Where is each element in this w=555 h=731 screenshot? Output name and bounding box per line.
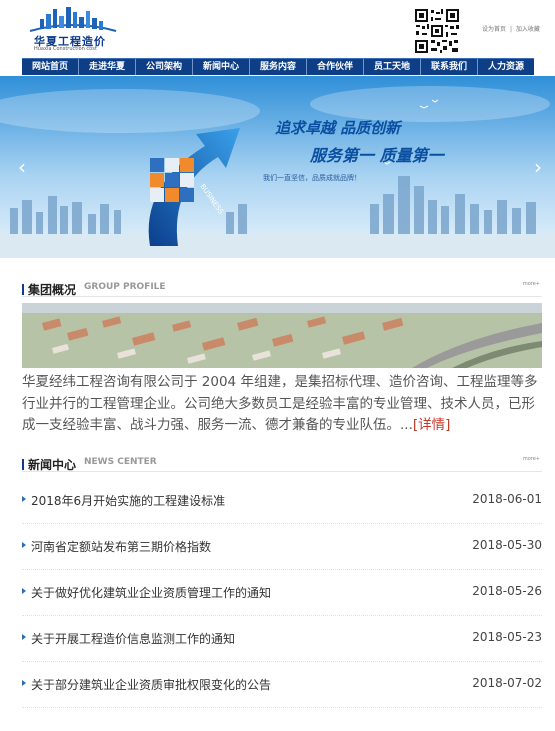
logo[interactable]: 华夏工程造价 Huaxia Construction cost bbox=[28, 5, 118, 52]
news-item-title[interactable]: 关于部分建筑业企业资质审批权限变化的公告 bbox=[31, 676, 271, 693]
profile-more-link[interactable]: more+ bbox=[523, 281, 540, 287]
news-section-header: 新闻中心 NEWS CENTER more+ bbox=[22, 456, 542, 472]
qr-code-icon bbox=[414, 8, 460, 54]
banner-slogan-line3: 我们一直坚信，品质成就品牌！ bbox=[263, 174, 361, 182]
set-homepage-link[interactable]: 设为首页 bbox=[482, 26, 506, 33]
nav-item-news[interactable]: 新闻中心 bbox=[193, 59, 250, 75]
top-links: 设为首页 | 加入收藏 bbox=[482, 24, 540, 33]
banner-prev-arrow-icon[interactable]: ‹ bbox=[14, 156, 30, 178]
news-item-title[interactable]: 关于开展工程造价信息监测工作的通知 bbox=[31, 630, 235, 647]
profile-description: 华夏经纬工程咨询有限公司于 2004 年组建，是集招标代理、造价咨询、工程监理等… bbox=[22, 372, 542, 437]
news-title-en: NEWS CENTER bbox=[84, 457, 157, 467]
profile-title-en: GROUP PROFILE bbox=[84, 282, 166, 292]
news-item-date: 2018-06-01 bbox=[472, 492, 542, 506]
bullet-triangle-icon bbox=[22, 634, 26, 640]
news-item-title[interactable]: 2018年6月开始实施的工程建设标准 bbox=[31, 492, 225, 509]
add-favorite-link[interactable]: 加入收藏 bbox=[516, 26, 540, 33]
logo-skyline-icon bbox=[29, 7, 117, 32]
page: 华夏工程造价 Huaxia Construction cost 设为首页 | 加… bbox=[0, 0, 555, 731]
profile-title: 集团概况 bbox=[28, 283, 77, 297]
news-item-title[interactable]: 关于做好优化建筑业企业资质管理工作的通知 bbox=[31, 584, 271, 601]
news-item-title[interactable]: 河南省定额站发布第三期价格指数 bbox=[31, 538, 211, 555]
top-links-separator: | bbox=[509, 26, 512, 33]
news-item[interactable]: 关于做好优化建筑业企业资质管理工作的通知 2018-05-26 bbox=[22, 570, 542, 616]
news-title: 新闻中心 bbox=[28, 458, 77, 472]
news-more-link[interactable]: more+ bbox=[523, 456, 540, 462]
news-item-date: 2018-05-23 bbox=[472, 630, 542, 644]
news-list: 2018年6月开始实施的工程建设标准 2018-06-01 河南省定额站发布第三… bbox=[22, 478, 542, 708]
profile-aerial-image bbox=[22, 303, 542, 368]
news-item[interactable]: 关于部分建筑业企业资质审批权限变化的公告 2018-07-02 bbox=[22, 662, 542, 708]
bullet-triangle-icon bbox=[22, 588, 26, 594]
news-item-date: 2018-07-02 bbox=[472, 676, 542, 690]
news-item[interactable]: 关于开展工程造价信息监测工作的通知 2018-05-23 bbox=[22, 616, 542, 662]
news-item[interactable]: 河南省定额站发布第三期价格指数 2018-05-30 bbox=[22, 524, 542, 570]
profile-text: 华夏经纬工程咨询有限公司于 2004 年组建，是集招标代理、造价咨询、工程监理等… bbox=[22, 374, 538, 433]
profile-section-header: 集团概况 GROUP PROFILE more+ bbox=[22, 281, 542, 297]
nav-item-home[interactable]: 网站首页 bbox=[22, 59, 79, 75]
nav-item-contact[interactable]: 联系我们 bbox=[421, 59, 478, 75]
bullet-triangle-icon bbox=[22, 496, 26, 502]
banner-slogan-line2: 服务第一 质量第一 bbox=[310, 146, 444, 165]
section-accent-bar bbox=[22, 284, 24, 295]
nav-item-services[interactable]: 服务内容 bbox=[250, 59, 307, 75]
news-item-date: 2018-05-26 bbox=[472, 584, 542, 598]
banner-slogan-line1: 追求卓越 品质创新 bbox=[275, 119, 401, 137]
header: 华夏工程造价 Huaxia Construction cost 设为首页 | 加… bbox=[0, 0, 555, 58]
main-nav: 网站首页 走进华夏 公司架构 新闻中心 服务内容 合作伙伴 员工天地 联系我们 … bbox=[22, 58, 534, 75]
banner-next-arrow-icon[interactable]: › bbox=[530, 156, 546, 178]
section-accent-bar bbox=[22, 459, 24, 470]
nav-item-hr[interactable]: 人力资源 bbox=[478, 59, 534, 75]
logo-subtitle: Huaxia Construction cost bbox=[34, 46, 97, 52]
nav-item-about[interactable]: 走进华夏 bbox=[79, 59, 136, 75]
hero-banner[interactable]: BUSINESS 追求卓越 品质创新 服务第一 质量第一 我们一直坚信，品质成就… bbox=[0, 76, 555, 258]
news-item[interactable]: 2018年6月开始实施的工程建设标准 2018-06-01 bbox=[22, 478, 542, 524]
banner-illustration: BUSINESS bbox=[0, 76, 555, 258]
nav-item-staff[interactable]: 员工天地 bbox=[364, 59, 421, 75]
bullet-triangle-icon bbox=[22, 542, 26, 548]
news-item-date: 2018-05-30 bbox=[472, 538, 542, 552]
nav-item-partners[interactable]: 合作伙伴 bbox=[307, 59, 364, 75]
nav-item-structure[interactable]: 公司架构 bbox=[136, 59, 193, 75]
bullet-triangle-icon bbox=[22, 680, 26, 686]
profile-detail-link[interactable]: [详情] bbox=[413, 417, 451, 433]
